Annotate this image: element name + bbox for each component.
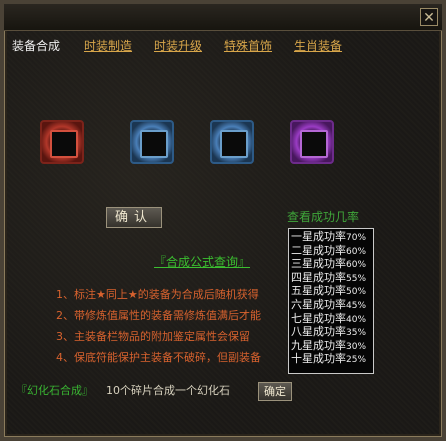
illusion-stone-synthesis-label[interactable]: 『幻化石合成』 <box>16 384 93 398</box>
tab-equipment-synthesis[interactable]: 装备合成 <box>12 38 60 54</box>
material-slot-2[interactable] <box>210 120 254 164</box>
slot-inner <box>300 130 328 158</box>
tab-fashion-upgrade[interactable]: 时装升级 <box>154 38 202 54</box>
confirm-button[interactable]: 确认 <box>106 207 162 228</box>
close-icon: ✕ <box>423 10 435 26</box>
tab-special-jewelry[interactable]: 特殊首饰 <box>224 38 272 54</box>
list-item: 八星成功率35% <box>291 325 367 339</box>
success-rate-list[interactable]: 一星成功率70% 二星成功率60% 三星成功率60% 四星成功率55% 五星成功… <box>288 228 374 374</box>
list-item: 一星成功率70% <box>291 230 367 243</box>
title-bar[interactable]: ✕ <box>4 4 442 31</box>
ok-button[interactable]: 确定 <box>258 382 292 401</box>
equipment-synthesis-window: ✕ 装备合成 时装制造 时装升级 特殊首饰 生肖装备 确认 查看成功几率 一星成… <box>0 0 446 441</box>
note-line: 4、保底符能保护主装备不破碎，但副装备 <box>56 351 261 364</box>
note-line: 2、带修炼值属性的装备需修炼值满后才能 <box>56 309 261 322</box>
main-equipment-slot[interactable] <box>40 120 84 164</box>
title-ornament <box>4 6 442 26</box>
list-item: 五星成功率50% <box>291 284 367 298</box>
tab-zodiac-equipment[interactable]: 生肖装备 <box>294 38 342 54</box>
view-success-rate-label: 查看成功几率 <box>287 210 360 224</box>
material-slot-1[interactable] <box>130 120 174 164</box>
close-button[interactable]: ✕ <box>420 8 438 26</box>
protection-charm-slot[interactable] <box>290 120 334 164</box>
list-item: 六星成功率45% <box>291 297 367 311</box>
list-item: 十星成功率25% <box>291 352 367 366</box>
note-line: 1、标注★同上★的装备为合成后随机获得 <box>56 288 259 301</box>
slot-inner <box>220 130 248 158</box>
note-line: 3、主装备栏物品的附加鉴定属性会保留 <box>56 330 250 343</box>
formula-query-link[interactable]: 『合成公式查询』 <box>154 254 250 270</box>
list-item: 三星成功率60% <box>291 257 367 271</box>
instruction-notes: 1、标注★同上★的装备为合成后随机获得 2、带修炼值属性的装备需修炼值满后才能 … <box>56 284 292 368</box>
tab-fashion-making[interactable]: 时装制造 <box>84 38 132 54</box>
illusion-stone-description: 10个碎片合成一个幻化石 <box>106 384 230 397</box>
slot-inner <box>50 130 78 158</box>
slot-inner <box>140 130 168 158</box>
